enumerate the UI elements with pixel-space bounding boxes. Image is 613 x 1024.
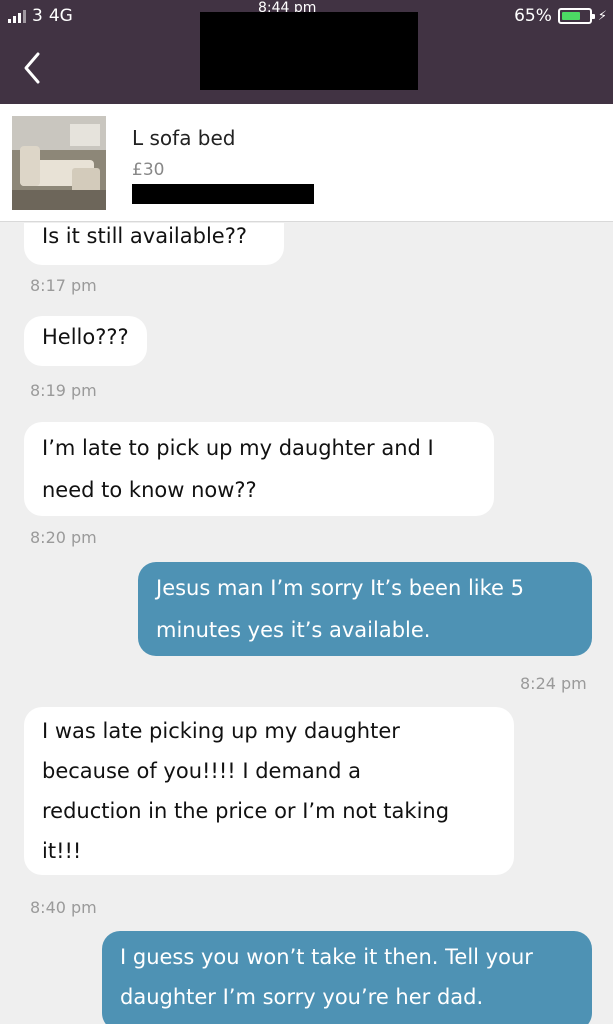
chat-thread[interactable]: Is it still available?? 8:17 pm Hello???…: [0, 223, 613, 1024]
listing-thumbnail[interactable]: [12, 116, 106, 210]
battery-percent: 65%: [514, 6, 552, 26]
signal-bars-icon: [8, 9, 26, 23]
message-bubble: Jesus man I’m sorry It’s been like 5 min…: [138, 562, 592, 656]
carrier-label: 3: [32, 6, 43, 26]
status-right: 65% ⚡: [514, 6, 607, 26]
message-line: daughter I’m sorry you’re her dad.: [120, 985, 484, 1009]
redaction-bar: [200, 12, 418, 90]
bolt-icon: ⚡: [597, 8, 607, 24]
message-time: 8:19 pm: [30, 381, 97, 400]
message-line: I’m late to pick up my daughter and I: [42, 436, 434, 460]
top-bar: 3 4G 8:44 pm 65% ⚡: [0, 0, 613, 104]
message-line: it!!!: [42, 839, 82, 863]
message-text: Is it still available??: [42, 224, 247, 248]
message-bubble: Hello???: [24, 316, 147, 366]
message-bubble: I’m late to pick up my daughter and I ne…: [24, 422, 494, 516]
chevron-left-icon: [24, 52, 40, 84]
message-bubble: Is it still available??: [24, 223, 284, 265]
message-time: 8:24 pm: [520, 674, 587, 693]
status-left: 3 4G: [8, 6, 73, 26]
network-label: 4G: [48, 6, 73, 26]
listing-header[interactable]: L sofa bed £30: [0, 104, 613, 222]
message-line: Jesus man I’m sorry It’s been like 5: [156, 576, 524, 600]
listing-title: L sofa bed: [132, 126, 236, 150]
message-line: I was late picking up my daughter: [42, 719, 400, 743]
message-line: need to know now??: [42, 478, 257, 502]
message-text: Hello???: [42, 325, 129, 349]
back-button[interactable]: [18, 48, 50, 88]
message-time: 8:40 pm: [30, 898, 97, 917]
message-bubble: I guess you won’t take it then. Tell you…: [102, 931, 592, 1024]
message-line: I guess you won’t take it then. Tell you…: [120, 945, 533, 969]
battery-icon: [557, 8, 595, 24]
message-time: 8:20 pm: [30, 528, 97, 547]
message-bubble: I was late picking up my daughter becaus…: [24, 707, 514, 875]
message-line: minutes yes it’s available.: [156, 618, 431, 642]
message-line: reduction in the price or I’m not taking: [42, 799, 450, 823]
message-line: because of you!!!! I demand a: [42, 759, 361, 783]
message-time: 8:17 pm: [30, 276, 97, 295]
seller-redaction: [132, 184, 314, 204]
listing-price: £30: [132, 160, 165, 180]
